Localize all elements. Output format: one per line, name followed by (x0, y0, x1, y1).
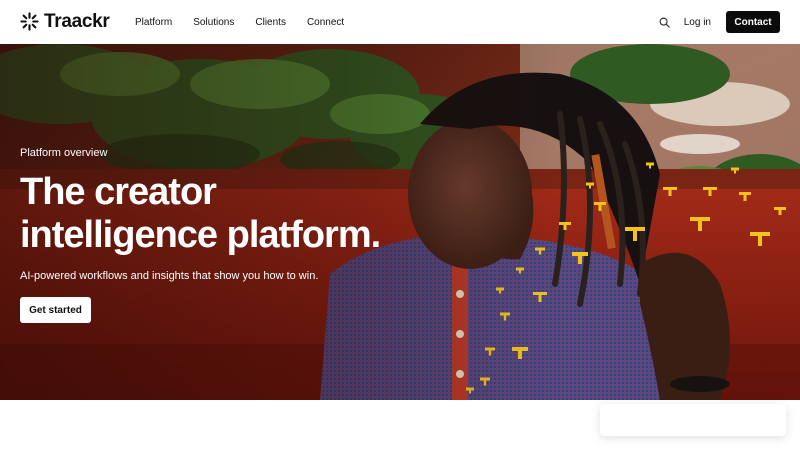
traackr-logo-icon (20, 12, 39, 31)
nav-item-clients[interactable]: Clients (255, 17, 286, 28)
get-started-button[interactable]: Get started (20, 297, 91, 323)
nav-item-platform[interactable]: Platform (135, 17, 172, 28)
search-icon[interactable] (659, 17, 670, 28)
brand-logo[interactable]: Traackr (20, 12, 110, 31)
nav-item-connect[interactable]: Connect (307, 17, 344, 28)
header-actions: Log in Contact (659, 0, 780, 44)
hero-title: The creator intelligence platform. (20, 171, 440, 257)
top-nav-bar: Traackr Platform Solutions Clients Conne… (0, 0, 800, 44)
contact-button[interactable]: Contact (726, 11, 780, 33)
hero-section: Platform overview The creator intelligen… (0, 44, 800, 400)
hero-title-line-2: intelligence platform. (20, 214, 381, 256)
hero-title-line-1: The creator (20, 171, 217, 213)
hero-eyebrow: Platform overview (20, 147, 108, 159)
nav-item-solutions[interactable]: Solutions (193, 17, 234, 28)
floating-widget[interactable] (600, 404, 786, 436)
hero-subtitle: AI-powered workflows and insights that s… (20, 270, 319, 282)
login-link[interactable]: Log in (684, 17, 711, 28)
brand-name: Traackr (44, 11, 110, 32)
main-nav: Platform Solutions Clients Connect (135, 0, 365, 44)
hero-copy: Platform overview The creator intelligen… (20, 146, 440, 323)
